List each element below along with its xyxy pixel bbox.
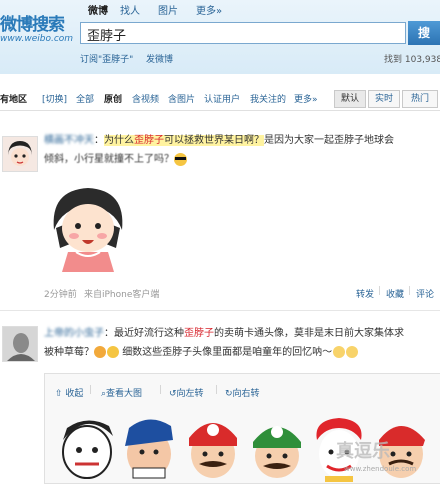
- rotate-right-link[interactable]: ↻向右转: [225, 386, 260, 399]
- rotate-right-icon: ↻: [225, 389, 233, 399]
- angry-emoji-icon: [94, 346, 106, 358]
- search-input-value: 歪脖子: [87, 29, 127, 44]
- post-image[interactable]: [46, 178, 130, 272]
- avatar[interactable]: [2, 136, 38, 172]
- keyword-highlight[interactable]: 歪脖子: [184, 328, 214, 339]
- tab-more[interactable]: 更多»: [196, 2, 222, 17]
- favorite-link[interactable]: 收藏: [386, 287, 404, 300]
- filter-following[interactable]: 我关注的: [250, 92, 286, 105]
- post-weibo-link[interactable]: 发微博: [146, 52, 173, 65]
- rotate-left-link[interactable]: ↺向左转: [169, 386, 204, 399]
- filter-video[interactable]: 含视频: [132, 92, 159, 105]
- filter-verified[interactable]: 认证用户: [204, 92, 240, 105]
- mario-head-icon: [189, 423, 237, 478]
- tab-find-people[interactable]: 找人: [120, 2, 140, 17]
- view-large-link[interactable]: ⌕查看大图: [101, 386, 142, 399]
- region-switch[interactable]: [切换]: [42, 92, 67, 105]
- tab-images[interactable]: 图片: [158, 2, 178, 17]
- watermark-logo: 真逗乐: [336, 441, 390, 462]
- user-photo-icon: [3, 327, 37, 361]
- cry-emoji-icon: [107, 346, 119, 358]
- repost-link[interactable]: 转发: [356, 287, 374, 300]
- post-divider: [0, 310, 440, 311]
- region-filter: 有地区: [0, 95, 28, 105]
- collapse-link[interactable]: ⇧ 收起: [55, 386, 83, 399]
- action-divider: |: [159, 385, 163, 395]
- action-divider: |: [215, 385, 219, 395]
- weibo-search-logo[interactable]: 微博搜索: [0, 10, 74, 35]
- filter-original[interactable]: 原创: [104, 92, 122, 105]
- post-text: 横画不冲天：为什么歪脖子可以拯救世界某日啊？是因为大家一起歪脖子地球会 倾斜，小…: [44, 135, 394, 166]
- highlighted-text: 为什么歪脖子可以拯救世界某日啊？: [104, 135, 264, 146]
- tab-weibo[interactable]: 微博: [88, 2, 108, 17]
- rotate-left-icon: ↺: [169, 389, 177, 399]
- sort-default[interactable]: 默认: [334, 90, 366, 108]
- collapse-icon: ⇧: [55, 389, 66, 399]
- action-divider: |: [378, 286, 382, 296]
- sunglasses-emoji-icon: [174, 152, 187, 166]
- avatar[interactable]: [2, 326, 38, 362]
- cartoon-head-icon: [125, 419, 173, 479]
- comment-link[interactable]: 评论: [416, 287, 434, 300]
- maruko-cartoon-icon: [53, 188, 123, 272]
- filter-more[interactable]: 更多»: [294, 92, 318, 105]
- filter-all[interactable]: 全部: [76, 92, 94, 105]
- search-input[interactable]: 歪脖子: [80, 22, 406, 44]
- shy-emoji-icon: [346, 346, 359, 358]
- post-author[interactable]: 上帝的小虫子: [44, 328, 104, 339]
- sort-hot[interactable]: 热门: [402, 90, 438, 108]
- logo-url: www.weibo.com: [0, 34, 74, 44]
- search-button[interactable]: 搜: [408, 21, 440, 45]
- shy-emoji-icon: [333, 346, 346, 358]
- watermark-url: www.zhendoule.com: [344, 465, 417, 473]
- action-divider: |: [89, 385, 93, 395]
- result-count: 找到 103,938: [384, 55, 440, 65]
- keyword-highlight[interactable]: 歪脖子: [134, 135, 164, 146]
- filter-bar: 有地区 [切换] 全部 原创 含视频 含图片 认证用户 我关注的 更多» 默认 …: [0, 86, 440, 111]
- action-divider: |: [408, 286, 412, 296]
- sort-realtime[interactable]: 实时: [368, 90, 400, 108]
- subscribe-link[interactable]: 订阅"歪脖子": [80, 52, 133, 65]
- post-author[interactable]: 横画不冲天: [44, 135, 94, 146]
- filter-image[interactable]: 含图片: [168, 92, 195, 105]
- post-source[interactable]: 来自iPhone客户端: [84, 287, 159, 300]
- cartoon-head-icon: [62, 420, 113, 479]
- cartoon-avatar-icon: [3, 137, 37, 171]
- post-time[interactable]: 2分钟前: [44, 287, 77, 300]
- post-text: 上帝的小虫子：最近好流行这种歪脖子的卖萌卡通头像，莫非是末日前大家集体求 被种草…: [44, 328, 404, 358]
- luigi-head-icon: [253, 426, 301, 478]
